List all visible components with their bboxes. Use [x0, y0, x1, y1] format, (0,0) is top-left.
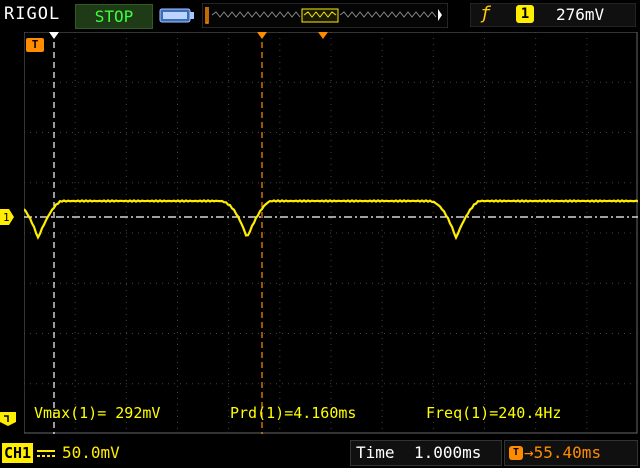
trigger-level-marker-icon[interactable] [0, 412, 16, 426]
measurement-period: Prd(1)=4.160ms [230, 404, 356, 422]
run-stop-status[interactable]: STOP [75, 4, 153, 29]
measurement-vmax-value: = 292mV [97, 404, 161, 422]
graticule [24, 32, 638, 434]
brand-logo: RIGOL [4, 4, 61, 24]
measurement-frequency-label: Freq(1) [426, 404, 490, 422]
channel-1-scale[interactable]: 50.0mV [62, 443, 120, 462]
trigger-source-badge[interactable]: 1 [516, 5, 534, 23]
measurement-period-label: Prd(1) [230, 404, 285, 422]
measurement-vmax-label: Vmax(1) [34, 404, 98, 422]
trigger-panel-bg [470, 3, 636, 27]
waveform-display[interactable] [24, 32, 638, 434]
channel-1-marker-icon[interactable]: 1 [0, 209, 14, 225]
measurement-period-value: =4.160ms [284, 404, 357, 422]
horizontal-offset-icon: T [509, 446, 523, 460]
timebase-label: Time [356, 443, 395, 462]
measurement-frequency: Freq(1)=240.4Hz [426, 404, 561, 422]
measurement-vmax: Vmax(1)= 292mV [34, 404, 160, 422]
horizontal-offset-text: 55.40ms [533, 443, 602, 462]
trigger-position-marker[interactable]: T [26, 38, 44, 52]
dc-coupling-icon [37, 450, 55, 457]
memory-depth-icon [159, 8, 194, 23]
horizontal-offset-value[interactable]: →55.40ms [524, 443, 601, 462]
measurement-frequency-value: =240.4Hz [489, 404, 562, 422]
rising-edge-icon: ƒ [480, 3, 491, 24]
waveform-memory-overview[interactable] [202, 3, 448, 28]
timebase-value[interactable]: 1.000ms [414, 443, 481, 462]
trigger-level[interactable]: 276mV [556, 5, 604, 24]
svg-text:1: 1 [3, 211, 10, 224]
channel-1-label[interactable]: CH1 [2, 443, 34, 463]
